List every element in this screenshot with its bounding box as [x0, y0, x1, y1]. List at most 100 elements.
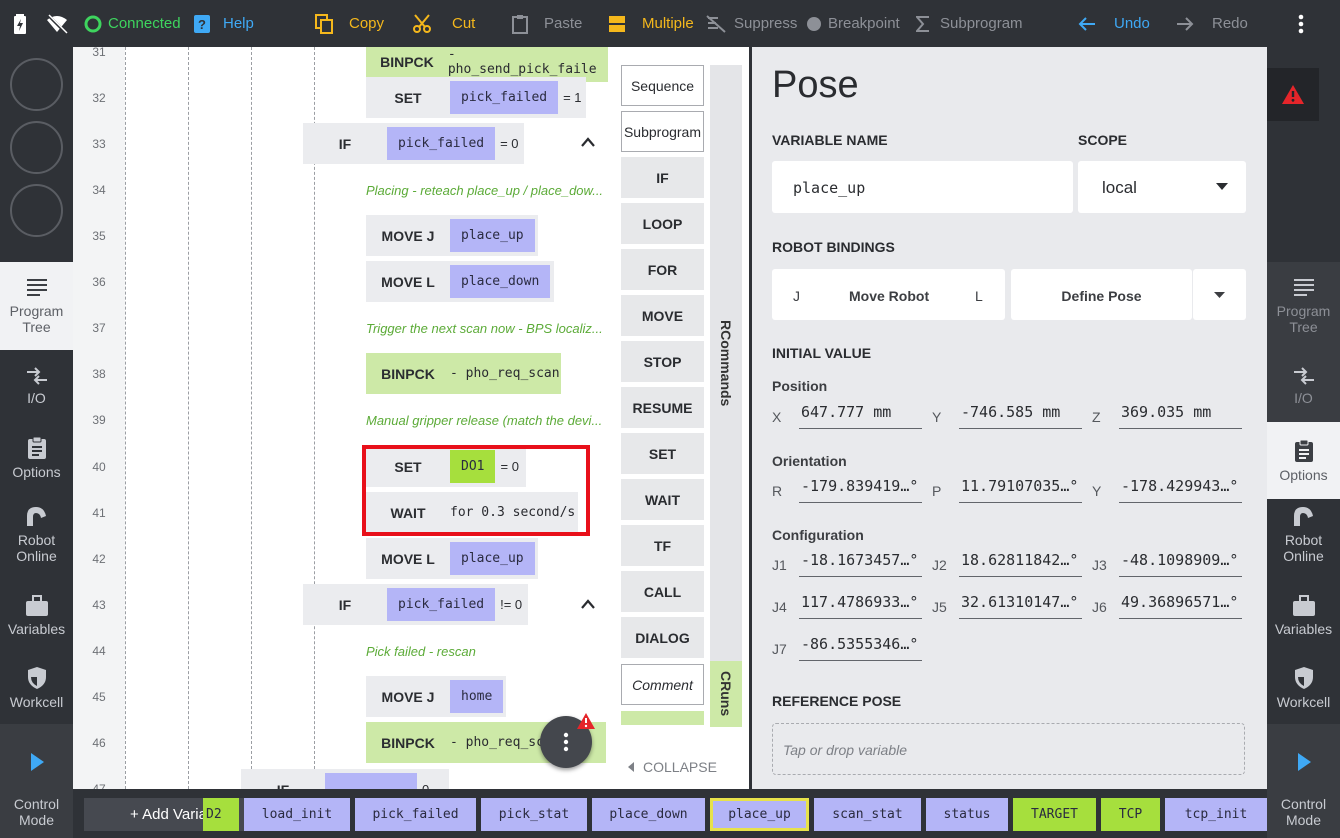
orientation-y-field[interactable]: -178.429943…°	[1119, 477, 1242, 503]
nav-variables[interactable]: Variables	[0, 580, 73, 652]
suppress-button[interactable]: Suppress	[706, 0, 797, 47]
slot-circle-2[interactable]	[10, 121, 63, 174]
set-block[interactable]: SET pick_failed = 1	[366, 77, 586, 118]
variable-chip[interactable]: TARGET	[1013, 798, 1096, 831]
cmd-stop[interactable]: STOP	[621, 341, 704, 382]
cmd-subprogram[interactable]: Subprogram	[621, 111, 704, 152]
nav-robot-online[interactable]: Robot Online	[1267, 494, 1340, 574]
cmd-move[interactable]: MOVE	[621, 295, 704, 336]
variable-chip[interactable]: place_down	[450, 265, 551, 298]
comment-line[interactable]: Trigger the next scan now - BPS localiz.…	[366, 321, 603, 336]
multiple-button[interactable]: Multiple	[608, 0, 694, 47]
orientation-p-field[interactable]: 11.79107035…°	[959, 477, 1082, 503]
move-l-block[interactable]: MOVE L place_up	[366, 538, 538, 579]
variable-chip[interactable]: pick_failed	[387, 588, 496, 621]
connection-status[interactable]: Connected	[84, 0, 181, 47]
cmd-resume[interactable]: RESUME	[621, 387, 704, 428]
position-x-field[interactable]: 647.777 mm	[799, 403, 922, 429]
position-y-field[interactable]: -746.585 mm	[959, 403, 1082, 429]
if-block[interactable]: IF 0	[241, 769, 449, 789]
variable-chip[interactable]: tcp_init	[1165, 798, 1267, 831]
collapse-chevron-icon[interactable]	[580, 597, 596, 615]
nav-robot-online[interactable]: Robot Online	[0, 494, 73, 574]
define-pose-dropdown[interactable]	[1193, 269, 1246, 320]
nav-io[interactable]: I/O	[0, 350, 73, 422]
cmd-for[interactable]: FOR	[621, 249, 704, 290]
variable-chip[interactable]: place_up	[450, 219, 535, 252]
nav-control-mode[interactable]: Control Mode	[1267, 724, 1340, 838]
cmd-sequence[interactable]: Sequence	[621, 65, 704, 106]
variable-chip[interactable]: home	[450, 680, 504, 713]
variable-chip[interactable]: pick_stat	[481, 798, 587, 831]
move-j-block[interactable]: MOVE J home	[366, 676, 506, 717]
cmd-loop[interactable]: LOOP	[621, 203, 704, 244]
nav-options[interactable]: Options	[0, 422, 73, 494]
collapse-button[interactable]: COLLAPSE	[627, 759, 717, 775]
orientation-r-field[interactable]: -179.839419…°	[799, 477, 922, 503]
comment-line[interactable]: Placing - reteach place_up / place_dow..…	[366, 183, 603, 198]
define-pose-button[interactable]: Define Pose	[1011, 269, 1192, 320]
variable-chip[interactable]: pick_failed	[387, 127, 496, 160]
variable-chip[interactable]: pick_failed	[450, 81, 559, 114]
nav-program-tree[interactable]: Program Tree	[0, 262, 73, 350]
variable-chip[interactable]: place_up	[450, 542, 535, 575]
collapse-chevron-icon[interactable]	[580, 135, 596, 153]
paste-button[interactable]: Paste	[512, 0, 582, 47]
joint-j2-field[interactable]: 18.62811842…°	[959, 551, 1082, 577]
if-block[interactable]: IF pick_failed = 0	[303, 123, 524, 164]
variable-chip[interactable]	[325, 773, 417, 789]
joint-j1-field[interactable]: -18.1673457…°	[799, 551, 922, 577]
scope-select[interactable]: local	[1078, 161, 1246, 213]
joint-j5-field[interactable]: 32.61310147…°	[959, 593, 1082, 619]
nav-workcell[interactable]: Workcell	[0, 652, 73, 724]
subprogram-button[interactable]: Subprogram	[916, 0, 1023, 47]
nav-control-mode[interactable]: Control Mode	[0, 724, 73, 838]
move-robot-button[interactable]: J Move Robot L	[772, 269, 1005, 320]
redo-button[interactable]: Redo	[1176, 0, 1248, 47]
comment-line[interactable]: Pick failed - rescan	[366, 644, 476, 659]
variable-chip[interactable]: load_init	[244, 798, 350, 831]
move-j-block[interactable]: MOVE J place_up	[366, 215, 538, 256]
variable-chip[interactable]: place_down	[592, 798, 705, 831]
cmd-wait[interactable]: WAIT	[621, 479, 704, 520]
variable-chip[interactable]: scan_stat	[814, 798, 921, 831]
cut-button[interactable]: Cut	[412, 0, 475, 47]
comment-line[interactable]: Manual gripper release (match the devi..…	[366, 413, 602, 428]
nav-variables[interactable]: Variables	[1267, 580, 1340, 652]
slot-circle-3[interactable]	[10, 184, 63, 237]
nav-program-tree[interactable]: Program Tree	[1267, 262, 1340, 350]
tab-cruns[interactable]: CRuns	[710, 661, 742, 727]
help-button[interactable]: ? Help	[193, 0, 254, 47]
program-tree[interactable]: 31 32 33 34 35 36 37 38 39 40 41 42 43 4…	[73, 47, 613, 789]
variable-chip[interactable]: TCP	[1101, 798, 1160, 831]
cmd-set[interactable]: SET	[621, 433, 704, 474]
joint-j6-field[interactable]: 49.36896571…°	[1119, 593, 1242, 619]
reference-pose-dropzone[interactable]: Tap or drop variable	[772, 723, 1245, 775]
cmd-dialog[interactable]: DIALOG	[621, 617, 704, 658]
if-block[interactable]: IF pick_failed != 0	[303, 584, 528, 625]
tab-rcommands[interactable]: RCommands	[710, 65, 742, 661]
position-z-field[interactable]: 369.035 mm	[1119, 403, 1242, 429]
slot-circle-1[interactable]	[10, 58, 63, 111]
cmd-comment[interactable]: Comment	[621, 664, 704, 705]
variable-chip[interactable]: status	[926, 798, 1008, 831]
joint-j3-field[interactable]: -48.1098909…°	[1119, 551, 1242, 577]
variable-chip[interactable]: pick_failed	[355, 798, 476, 831]
undo-button[interactable]: Undo	[1078, 0, 1150, 47]
variable-chip[interactable]: D2	[203, 798, 239, 831]
joint-j4-field[interactable]: 117.4786933…°	[799, 593, 922, 619]
variable-name-input[interactable]: place_up	[772, 161, 1073, 213]
move-l-block[interactable]: MOVE L place_down	[366, 261, 554, 302]
joint-j7-field[interactable]: -86.5355346…°	[799, 635, 922, 661]
nav-options[interactable]: Options	[1267, 422, 1340, 499]
cmd-call[interactable]: CALL	[621, 571, 704, 612]
copy-button[interactable]: Copy	[315, 0, 384, 47]
variable-chip-selected[interactable]: place_up	[710, 798, 809, 831]
binpck-block[interactable]: BINPCK - pho_req_scan	[366, 353, 561, 394]
more-menu-icon[interactable]	[1297, 0, 1305, 47]
cmd-tf[interactable]: TF	[621, 525, 704, 566]
cmd-if[interactable]: IF	[621, 157, 704, 198]
nav-io[interactable]: I/O	[1267, 350, 1340, 422]
nav-workcell[interactable]: Workcell	[1267, 652, 1340, 724]
breakpoint-button[interactable]: Breakpoint	[806, 0, 900, 47]
